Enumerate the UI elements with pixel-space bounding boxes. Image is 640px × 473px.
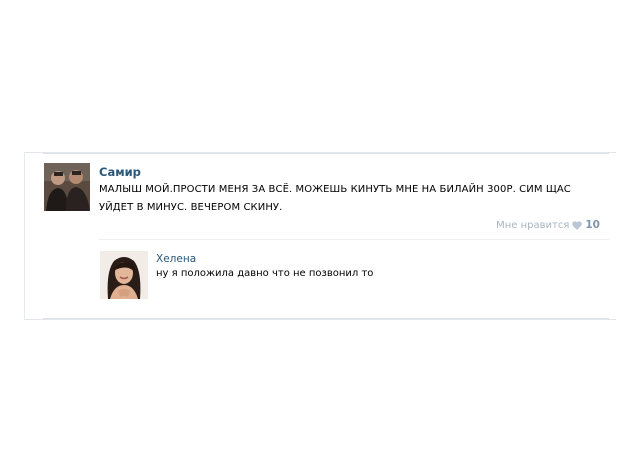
reply-divider bbox=[99, 239, 609, 240]
like-count: 10 bbox=[585, 219, 600, 231]
like-label: Мне нравится bbox=[496, 219, 570, 231]
helena-avatar-image bbox=[100, 251, 148, 299]
heart-icon bbox=[572, 220, 583, 230]
helena-avatar[interactable] bbox=[100, 251, 148, 299]
wall-post: Самир МАЛЫШ МОЙ.ПРОСТИ МЕНЯ ЗА ВСЁ. МОЖЕ… bbox=[24, 152, 616, 320]
samir-avatar-image bbox=[44, 163, 90, 211]
post-top-divider bbox=[43, 153, 609, 154]
post-text: МАЛЫШ МОЙ.ПРОСТИ МЕНЯ ЗА ВСЁ. МОЖЕШЬ КИН… bbox=[99, 184, 571, 213]
reply-text: ну я положила давно что не позвонил то bbox=[156, 268, 374, 279]
post-author-link[interactable]: Самир bbox=[99, 165, 141, 179]
like-button[interactable]: Мне нравится 10 bbox=[496, 219, 600, 231]
reply-author-link[interactable]: Хелена bbox=[156, 253, 196, 265]
post-bottom-divider bbox=[43, 318, 609, 319]
samir-avatar[interactable] bbox=[44, 163, 90, 211]
